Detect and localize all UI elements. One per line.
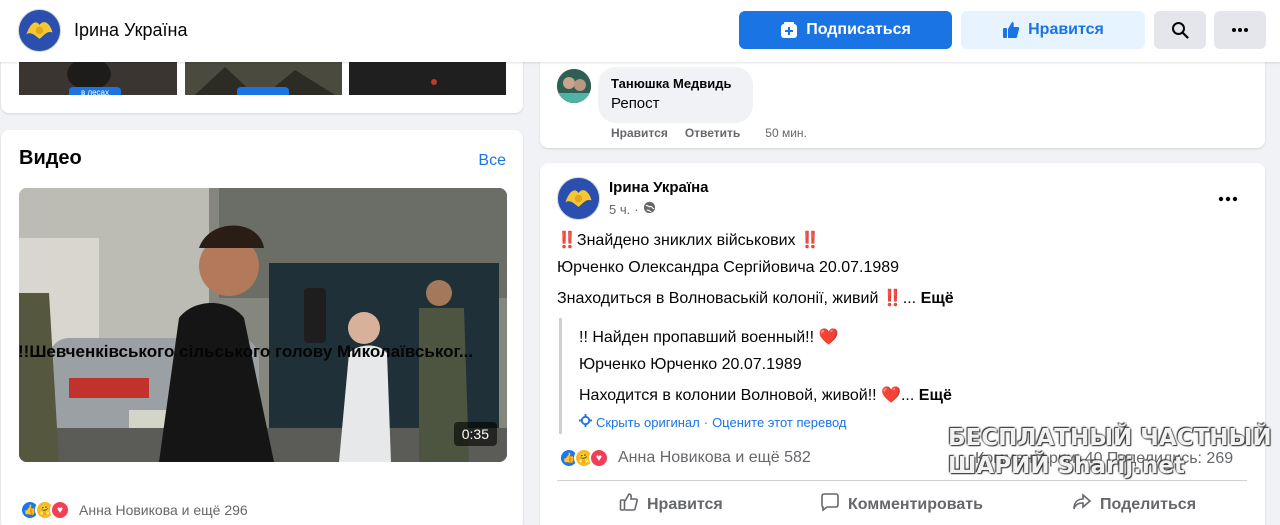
page-like-button[interactable]: Нравится bbox=[961, 11, 1145, 49]
see-more-link[interactable]: Ещё bbox=[921, 290, 954, 307]
reactions-summary: Анна Новикова и ещё 582 bbox=[618, 449, 811, 466]
post-author-avatar[interactable] bbox=[557, 177, 600, 220]
post-options-button[interactable] bbox=[1212, 182, 1244, 210]
gear-icon bbox=[579, 414, 592, 430]
thumbs-up-icon bbox=[1002, 21, 1020, 39]
page-avatar[interactable] bbox=[18, 9, 61, 52]
post-reactions[interactable]: 👍 🤗 ♥ Анна Новикова и ещё 582 bbox=[559, 448, 811, 468]
share-label: Поделиться bbox=[1100, 495, 1197, 513]
action-divider bbox=[557, 480, 1247, 481]
post-author[interactable]: Ірина Україна bbox=[609, 179, 709, 196]
more-horizontal-icon bbox=[1231, 21, 1249, 39]
page-title[interactable]: Ірина Україна bbox=[74, 20, 188, 41]
comment-author[interactable]: Танюшка Медвидь bbox=[611, 76, 740, 91]
see-all-link[interactable]: Все bbox=[478, 152, 506, 170]
reactions-summary: Анна Новикова и ещё 296 bbox=[79, 502, 248, 518]
post-share-button[interactable]: Поделиться bbox=[1072, 492, 1196, 517]
photo-tag: в лесах bbox=[69, 87, 121, 95]
subscribe-label: Подписаться bbox=[806, 21, 911, 38]
photo-thumbnail[interactable]: в лесах bbox=[19, 62, 177, 95]
more-button[interactable] bbox=[1214, 11, 1266, 49]
comment-text: Репост bbox=[611, 95, 660, 112]
comment-like-link[interactable]: Нравится bbox=[611, 126, 668, 140]
page-header: Ірина Україна Подписаться Нравится bbox=[0, 0, 1280, 62]
reaction-icons: 👍 🤗 ♥ bbox=[559, 448, 609, 468]
like-label: Нравится bbox=[647, 495, 723, 513]
more-horizontal-icon bbox=[1218, 185, 1238, 208]
translation-divider bbox=[559, 318, 562, 434]
comment-label: Комментировать bbox=[848, 495, 983, 513]
globe-icon bbox=[643, 201, 656, 217]
translated-line3: Находится в колонии Волновой, живой!! ❤️… bbox=[579, 387, 915, 404]
translated-line: Находится в колонии Волновой, живой!! ❤️… bbox=[579, 385, 952, 405]
love-reaction-icon: ♥ bbox=[589, 448, 609, 468]
photo-tag-marker bbox=[237, 87, 289, 95]
post-comment-button[interactable]: Комментировать bbox=[820, 492, 983, 517]
love-reaction-icon: ♥ bbox=[50, 500, 70, 520]
translated-line: Юрченко Юрченко 20.07.1989 bbox=[579, 356, 802, 373]
translated-see-more-link[interactable]: Ещё bbox=[919, 387, 952, 404]
translated-line: !! Найден пропавший военный!! ❤️ bbox=[579, 329, 839, 346]
like-label: Нравится bbox=[1028, 21, 1104, 38]
thumbs-up-icon bbox=[619, 492, 639, 517]
comment-actions: Нравится Ответить 50 мин. bbox=[611, 126, 807, 140]
photo-thumbnail[interactable] bbox=[185, 62, 342, 95]
post-stats[interactable]: Комментарии: 40 Поделились: 269 bbox=[975, 450, 1233, 468]
subscribe-button[interactable]: Подписаться bbox=[739, 11, 952, 49]
translation-controls: Скрыть оригинал · Оцените этот перевод bbox=[579, 414, 846, 430]
commenter-avatar[interactable] bbox=[557, 69, 591, 103]
video-thumbnail[interactable]: 0:35 bbox=[19, 188, 507, 462]
post-text-line: Знаходиться в Волноваській колонії, живи… bbox=[557, 288, 954, 308]
post-time[interactable]: 5 ч. bbox=[609, 202, 630, 217]
search-icon bbox=[1171, 21, 1189, 39]
plus-icon bbox=[780, 21, 798, 39]
comment-icon bbox=[820, 492, 840, 517]
reaction-icons: 👍 🤗 ♥ bbox=[20, 500, 70, 520]
post-text-line: Юрченко Олександра Сергійовича 20.07.198… bbox=[557, 259, 900, 276]
comment-reply-link[interactable]: Ответить bbox=[685, 126, 740, 140]
post-text-line: ‼️Знайдено зниклих військових ‼️ bbox=[557, 232, 820, 249]
rate-translation-link[interactable]: Оцените этот перевод bbox=[712, 415, 846, 430]
videos-heading: Видео bbox=[19, 147, 82, 169]
comment-bubble: Танюшка Медвидь Репост bbox=[598, 67, 753, 123]
post-like-button[interactable]: Нравится bbox=[619, 492, 723, 517]
video-duration: 0:35 bbox=[453, 422, 497, 446]
share-icon bbox=[1072, 492, 1092, 517]
post-text-line3: Знаходиться в Волноваській колонії, живи… bbox=[557, 290, 917, 307]
search-button[interactable] bbox=[1154, 11, 1206, 49]
post-meta: 5 ч. · bbox=[609, 201, 656, 217]
comment-timestamp[interactable]: 50 мин. bbox=[765, 126, 807, 140]
photo-thumbnail[interactable] bbox=[349, 62, 506, 95]
hide-original-link[interactable]: Скрыть оригинал bbox=[596, 415, 700, 430]
video-reactions[interactable]: 👍 🤗 ♥ Анна Новикова и ещё 296 bbox=[20, 500, 248, 520]
video-title[interactable]: !!Шевченківського сільського голову Мико… bbox=[18, 342, 506, 362]
